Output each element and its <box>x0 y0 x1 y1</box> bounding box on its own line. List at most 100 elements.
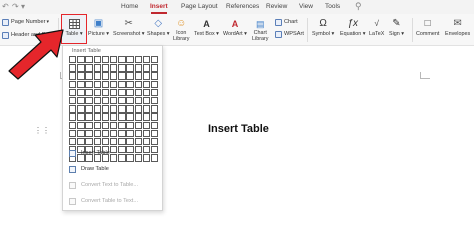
grid-cell[interactable] <box>93 88 101 97</box>
grid-cell[interactable] <box>77 56 85 64</box>
screenshot-button[interactable]: ✂ Screenshot ▾ <box>113 18 145 38</box>
grid-cell[interactable] <box>109 96 118 105</box>
grid-cell[interactable] <box>77 72 85 80</box>
picture-button[interactable]: ▣ Picture ▾ <box>88 18 109 38</box>
grid-cell[interactable] <box>69 129 77 138</box>
grid-cell[interactable] <box>109 154 118 162</box>
grid-cell[interactable] <box>109 72 118 80</box>
grid-cell[interactable] <box>101 137 110 146</box>
grid-cell[interactable] <box>69 80 77 88</box>
grid-cell[interactable] <box>150 113 159 121</box>
grid-cell[interactable] <box>93 113 101 121</box>
grid-cell[interactable] <box>85 113 93 121</box>
grid-cell[interactable] <box>69 56 77 64</box>
grid-cell[interactable] <box>126 129 134 138</box>
grid-cell[interactable] <box>101 64 110 72</box>
tab-view[interactable]: View <box>299 2 313 11</box>
grid-cell[interactable] <box>150 121 159 129</box>
grid-cell[interactable] <box>126 56 134 64</box>
grid-cell[interactable] <box>134 137 142 146</box>
wpsart-button[interactable]: WPSArt <box>275 29 304 39</box>
convert-table-to-text-menu-item[interactable]: Convert Table to Text... <box>69 196 138 206</box>
grid-cell[interactable] <box>134 64 142 72</box>
grid-cell[interactable] <box>85 88 93 97</box>
header-footer-button[interactable]: Header and Footer <box>2 30 58 40</box>
grid-cell[interactable] <box>69 113 77 121</box>
text-box-button[interactable]: A Text Box ▾ <box>194 18 219 38</box>
grid-cell[interactable] <box>126 80 134 88</box>
grid-cell[interactable] <box>126 121 134 129</box>
redo-icon[interactable]: ↷ <box>12 1 19 13</box>
grid-cell[interactable] <box>93 64 101 72</box>
grid-cell[interactable] <box>134 146 142 154</box>
grid-cell[interactable] <box>77 129 85 138</box>
grid-cell[interactable] <box>118 146 126 154</box>
table-button[interactable]: Table ▾ <box>64 18 84 38</box>
draw-table-menu-item[interactable]: Draw Table <box>69 164 109 174</box>
insert-table-menu-item[interactable]: Insert Table <box>69 148 110 158</box>
grid-cell[interactable] <box>109 80 118 88</box>
grid-cell[interactable] <box>69 64 77 72</box>
grid-cell[interactable] <box>134 154 142 162</box>
equation-button[interactable]: ƒx Equation ▾ <box>340 18 366 38</box>
grid-cell[interactable] <box>150 64 159 72</box>
grid-cell[interactable] <box>93 80 101 88</box>
grid-cell[interactable] <box>126 105 134 113</box>
grid-cell[interactable] <box>69 72 77 80</box>
grid-cell[interactable] <box>118 129 126 138</box>
grid-cell[interactable] <box>109 146 118 154</box>
grid-cell[interactable] <box>118 72 126 80</box>
grid-cell[interactable] <box>109 56 118 64</box>
grid-cell[interactable] <box>93 105 101 113</box>
grid-cell[interactable] <box>101 129 110 138</box>
grid-cell[interactable] <box>93 72 101 80</box>
grid-cell[interactable] <box>118 80 126 88</box>
grid-cell[interactable] <box>109 121 118 129</box>
grid-cell[interactable] <box>150 137 159 146</box>
grid-cell[interactable] <box>142 137 151 146</box>
grid-cell[interactable] <box>118 137 126 146</box>
grid-cell[interactable] <box>93 96 101 105</box>
symbol-button[interactable]: Ω Symbol ▾ <box>312 18 334 38</box>
grid-cell[interactable] <box>118 105 126 113</box>
chart-library-button[interactable]: ▤ Chart Library <box>252 18 268 42</box>
grid-cell[interactable] <box>85 96 93 105</box>
dropdown-icon[interactable]: ▾ <box>21 1 25 13</box>
grid-cell[interactable] <box>85 137 93 146</box>
grid-cell[interactable] <box>109 64 118 72</box>
grid-cell[interactable] <box>85 105 93 113</box>
grid-cell[interactable] <box>134 105 142 113</box>
tab-references[interactable]: References <box>226 2 259 11</box>
grid-cell[interactable] <box>118 113 126 121</box>
grid-cell[interactable] <box>142 64 151 72</box>
grid-cell[interactable] <box>109 137 118 146</box>
chart-button[interactable]: Chart <box>275 17 298 27</box>
grid-cell[interactable] <box>134 56 142 64</box>
grid-cell[interactable] <box>126 146 134 154</box>
grid-cell[interactable] <box>85 56 93 64</box>
grid-cell[interactable] <box>85 72 93 80</box>
grid-cell[interactable] <box>118 96 126 105</box>
shapes-button[interactable]: ◇ Shapes ▾ <box>147 18 170 38</box>
grid-cell[interactable] <box>126 96 134 105</box>
grid-cell[interactable] <box>118 88 126 97</box>
grid-cell[interactable] <box>126 72 134 80</box>
tab-review[interactable]: Review <box>266 2 287 11</box>
grid-cell[interactable] <box>134 129 142 138</box>
grid-cell[interactable] <box>93 129 101 138</box>
grid-cell[interactable] <box>134 121 142 129</box>
grid-cell[interactable] <box>150 96 159 105</box>
grid-cell[interactable] <box>77 80 85 88</box>
grid-cell[interactable] <box>150 129 159 138</box>
grid-cell[interactable] <box>150 105 159 113</box>
grid-cell[interactable] <box>93 56 101 64</box>
grid-cell[interactable] <box>142 146 151 154</box>
grid-cell[interactable] <box>142 56 151 64</box>
grid-cell[interactable] <box>150 80 159 88</box>
grid-cell[interactable] <box>85 64 93 72</box>
grid-cell[interactable] <box>126 113 134 121</box>
grid-cell[interactable] <box>150 88 159 97</box>
grid-cell[interactable] <box>142 121 151 129</box>
tab-tools[interactable]: Tools <box>325 2 340 11</box>
sign-button[interactable]: ✎ Sign ▾ <box>389 18 404 38</box>
